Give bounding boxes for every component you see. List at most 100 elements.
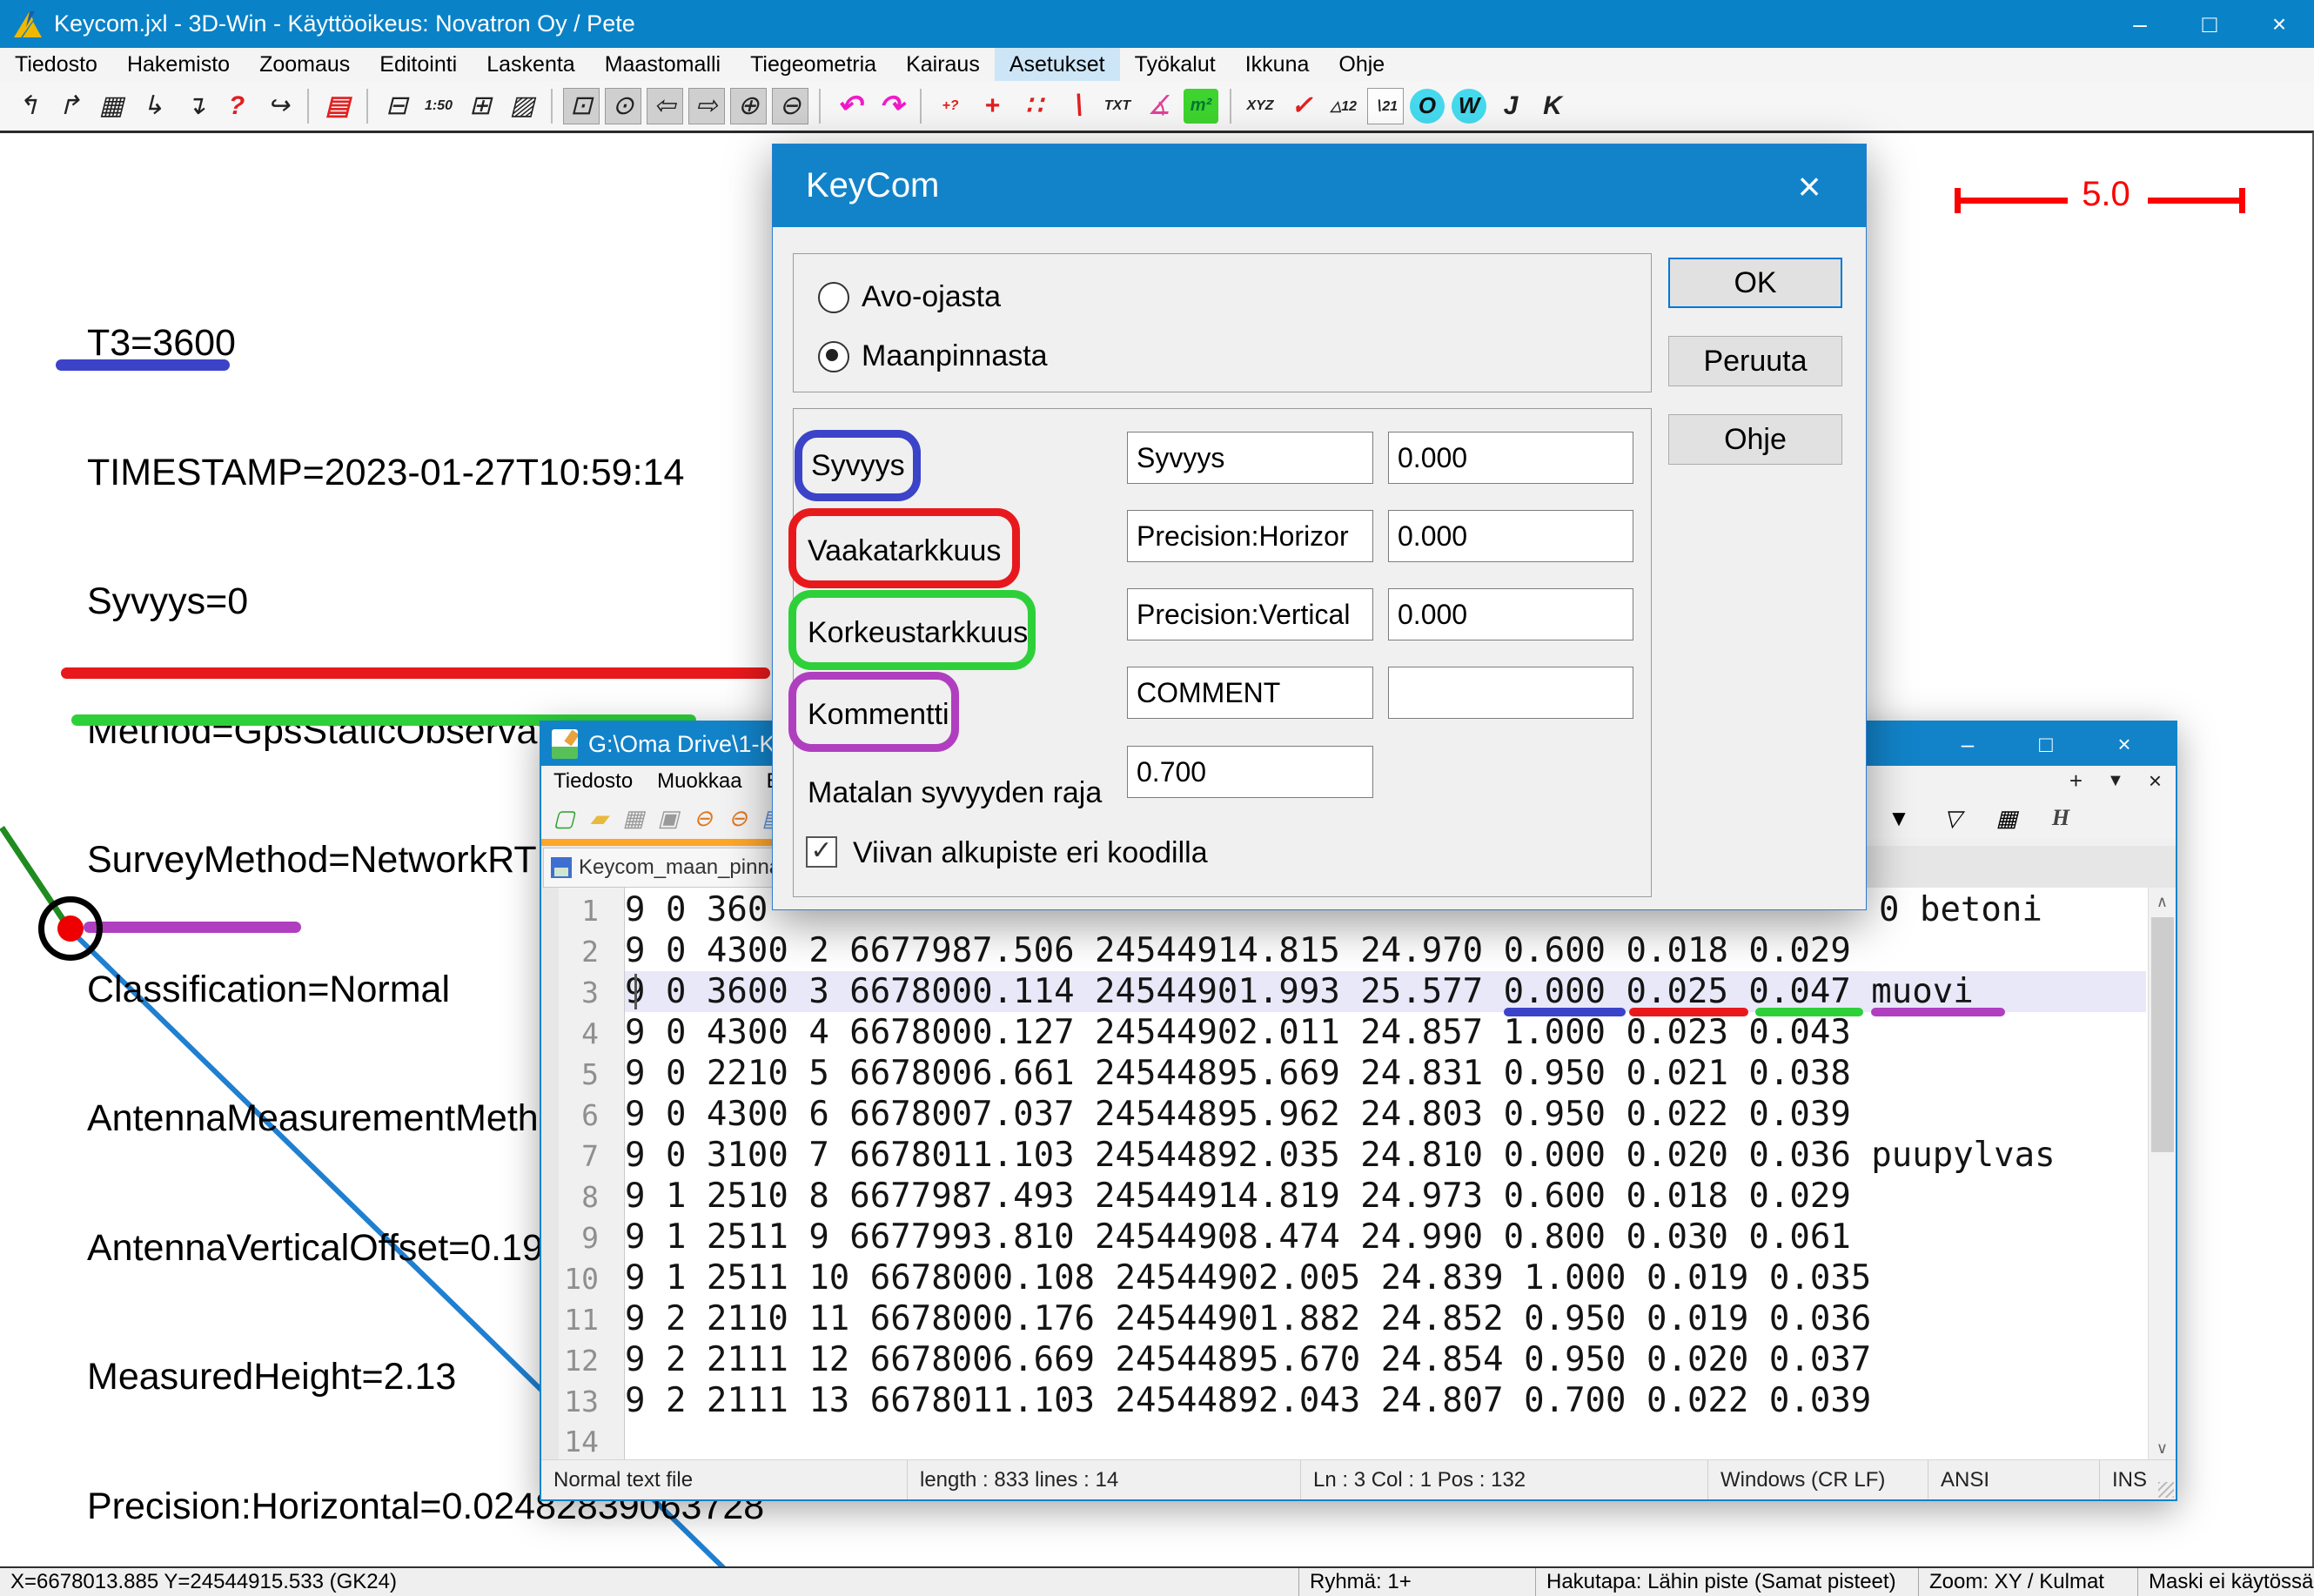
comment-field-name[interactable]: COMMENT [1127, 667, 1373, 719]
zoom-extents-icon[interactable]: ⊡ [561, 86, 601, 126]
undo-icon[interactable]: ↶ [829, 86, 869, 126]
minimize-button[interactable]: – [2105, 0, 2175, 48]
depth-field-value[interactable]: 0.000 [1388, 432, 1633, 484]
new-file-icon[interactable]: ▢ [547, 801, 581, 835]
print-icon[interactable]: ⊟ [377, 86, 417, 126]
open-element-file-icon[interactable]: ↱ [50, 86, 90, 126]
print-scale-icon[interactable]: 1:50 [419, 86, 459, 126]
zoom-out-icon[interactable]: ⊖ [770, 86, 810, 126]
line-point-icon[interactable]: ∖ [1056, 86, 1096, 126]
menu-item[interactable]: Työkalut [1120, 48, 1231, 81]
write-file-icon[interactable]: ↪ [258, 86, 298, 126]
new-tab-button[interactable]: + [2069, 768, 2083, 795]
editor-row[interactable]: 2 9 0 4300 2 6677987.506 24544914.815 24… [541, 930, 2146, 971]
menu-item[interactable]: Ikkuna [1231, 48, 1325, 81]
menu-item[interactable]: Editointi [365, 48, 472, 81]
circle-o-icon[interactable]: O [1407, 86, 1447, 126]
maximize-button[interactable]: □ [2175, 0, 2244, 48]
menu-item[interactable]: Ohje [1324, 48, 1399, 81]
point-add-icon[interactable]: + [972, 86, 1012, 126]
coord-check-icon[interactable]: ✓ [1282, 86, 1322, 126]
zoom-in-icon[interactable]: ⊕ [728, 86, 768, 126]
ok-button[interactable]: OK [1668, 258, 1842, 308]
editor-row[interactable]: 12 9 2 2111 12 6678006.669 24544895.670 … [541, 1339, 2146, 1380]
radio-icon[interactable] [818, 282, 849, 313]
menu-item[interactable]: Tiedosto [0, 48, 112, 81]
horiz-field-name[interactable]: Precision:Horizor [1127, 510, 1373, 562]
dropdown-triangle-icon[interactable]: ▼ [1881, 801, 1916, 835]
menu-item[interactable]: Tiegeometria [735, 48, 891, 81]
cancel-button[interactable]: Peruuta [1668, 336, 1842, 386]
profile-21-icon[interactable]: ∖21 [1365, 86, 1405, 126]
editor-row[interactable]: 13 9 2 2111 13 6678011.103 24544892.043 … [541, 1380, 2146, 1421]
area-m2-icon[interactable]: m² [1181, 86, 1221, 126]
hex-edit-icon[interactable]: H [2043, 801, 2078, 835]
tab-list-button[interactable]: ▼ [2107, 771, 2124, 791]
view-next-icon[interactable]: ⇨ [687, 86, 727, 126]
menu-item[interactable]: Maastomalli [590, 48, 735, 81]
resize-grip[interactable] [2158, 1482, 2174, 1498]
editor-row[interactable]: 6 9 0 4300 6 6678007.037 24544895.962 24… [541, 1094, 2146, 1135]
close-all-docs-icon[interactable]: ⊖ [721, 801, 755, 835]
raster-icon[interactable]: ▨ [502, 86, 542, 126]
page-setup-icon[interactable]: ⊞ [460, 86, 500, 126]
editor-minimize-button[interactable]: – [1928, 722, 2007, 766]
editor-row[interactable]: 9 9 1 2511 9 6677993.810 24544908.474 24… [541, 1217, 2146, 1257]
radio-maanpinnasta[interactable]: Maanpinnasta [818, 339, 1048, 373]
editor-text-area[interactable]: 1 9 0 360 2 9 0 4300 2 6677987.506 24544… [541, 888, 2176, 1462]
paste-icon[interactable]: ▣ [651, 801, 686, 835]
menu-item[interactable]: Zoomaus [245, 48, 365, 81]
vert-field-value[interactable]: 0.000 [1388, 588, 1633, 640]
editor-row[interactable]: 5 9 0 2210 5 6678006.661 24544895.669 24… [541, 1053, 2146, 1094]
editor-row[interactable]: 3 9 0 3600 3 6678000.114 24544901.993 25… [541, 971, 2146, 1012]
text-txt-icon[interactable]: TXT [1097, 86, 1137, 126]
copy-icon[interactable]: ▤ [318, 86, 358, 126]
dialog-close-button[interactable]: × [1779, 144, 1840, 227]
depth-field-name[interactable]: Syvyys [1127, 432, 1373, 484]
menu-item[interactable]: Laskenta [472, 48, 589, 81]
triangle-model-icon[interactable]: △12 [1324, 86, 1364, 126]
editor-menu-muokkaa[interactable]: Muokkaa [645, 769, 754, 794]
horiz-field-value[interactable]: 0.000 [1388, 510, 1633, 562]
menu-item[interactable]: Hakemisto [112, 48, 245, 81]
vert-field-name[interactable]: Precision:Vertical [1127, 588, 1373, 640]
xyz-calc-icon[interactable]: XYZ [1240, 86, 1280, 126]
close-tab-button[interactable]: × [2149, 768, 2162, 795]
open-file-icon[interactable]: ▰ [581, 801, 616, 835]
menu-item[interactable]: Kairaus [891, 48, 995, 81]
scroll-down-icon[interactable]: ∨ [2149, 1434, 2176, 1462]
point-multi-icon[interactable]: ∷ [1014, 86, 1054, 126]
scrollbar-thumb[interactable] [2151, 917, 2174, 1152]
radio-avo-ojasta[interactable]: Avo-ojasta [818, 280, 1001, 314]
angle-calc-icon[interactable]: ∡ [1139, 86, 1179, 126]
dialog-titlebar[interactable]: KeyCom [773, 144, 1866, 227]
save-icon[interactable]: ▦ [616, 801, 651, 835]
editor-maximize-button[interactable]: □ [2007, 722, 2085, 766]
selected-point[interactable] [57, 915, 84, 942]
editor-row[interactable]: 14 [541, 1421, 2146, 1462]
editor-close-button[interactable]: × [2085, 722, 2163, 766]
shallow-depth-input[interactable]: 0.700 [1127, 746, 1373, 798]
open-point-file-icon[interactable]: ↰ [8, 86, 48, 126]
point-query-icon[interactable]: +? [930, 86, 970, 126]
editor-row[interactable]: 11 9 2 2110 11 6678000.176 24544901.882 … [541, 1298, 2146, 1339]
help-button[interactable]: Ohje [1668, 414, 1842, 465]
editor-menu-tiedosto[interactable]: Tiedosto [541, 769, 645, 794]
editor-row[interactable]: 8 9 1 2510 8 6677987.493 24544914.819 24… [541, 1176, 2146, 1217]
save-file-icon[interactable]: ↳ [133, 86, 173, 126]
panel-icon[interactable]: ▦ [1989, 801, 2024, 835]
letter-k-icon[interactable]: K [1533, 86, 1573, 126]
comment-field-value[interactable] [1388, 667, 1633, 719]
view-previous-icon[interactable]: ⇦ [645, 86, 685, 126]
radio-selected-icon[interactable] [818, 341, 849, 372]
close-button[interactable]: × [2244, 0, 2314, 48]
close-doc-icon[interactable]: ⊖ [686, 801, 721, 835]
vertical-scrollbar[interactable]: ∧ ∨ [2148, 888, 2176, 1462]
menu-item[interactable]: Asetukset [995, 48, 1120, 81]
circle-w-icon[interactable]: W [1449, 86, 1489, 126]
zoom-point-icon[interactable]: ⊙ [603, 86, 643, 126]
redo-icon[interactable]: ↷ [871, 86, 911, 126]
letter-j-icon[interactable]: J [1491, 86, 1531, 126]
open-mesh-file-icon[interactable]: ▦ [91, 86, 131, 126]
save-as-file-icon[interactable]: ↴ [175, 86, 215, 126]
